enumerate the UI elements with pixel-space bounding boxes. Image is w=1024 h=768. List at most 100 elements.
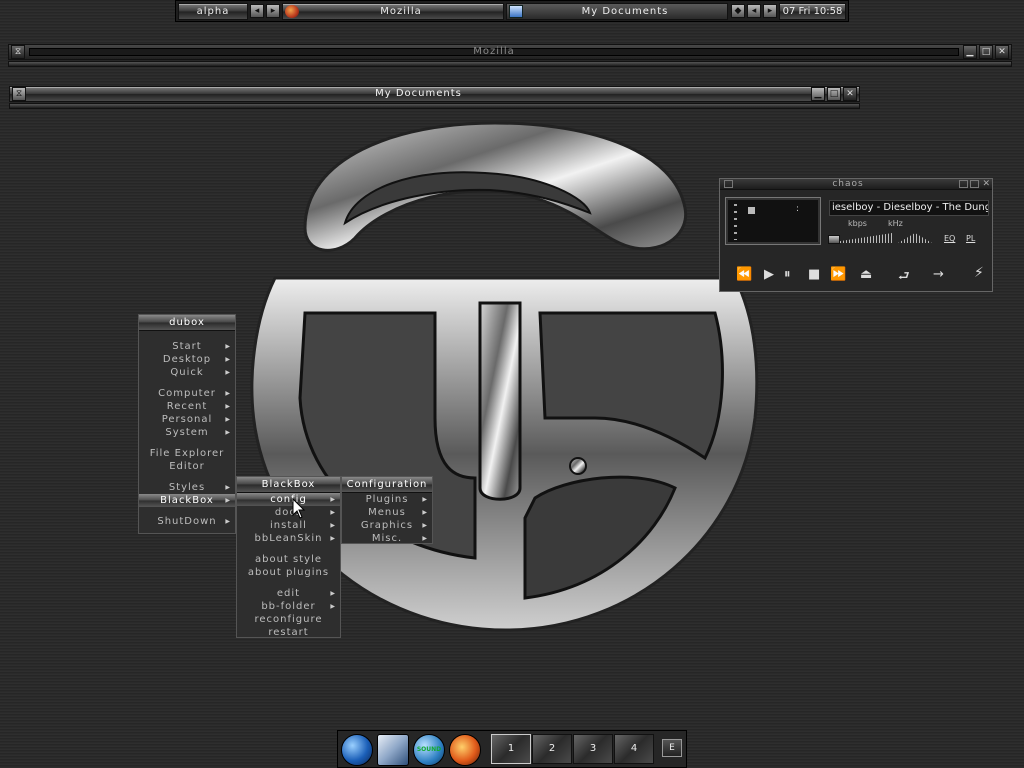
submenu-arrow-icon: ▶ [225, 429, 231, 436]
mozilla-icon [285, 5, 299, 18]
track-title[interactable]: ieselboy - Dieselboy - The Dung [829, 200, 989, 216]
minimize-icon[interactable]: ▁ [963, 45, 977, 59]
eq-button[interactable]: EQ [944, 234, 955, 243]
menu-item-config[interactable]: config ▶ [237, 493, 340, 506]
player-titlebar[interactable]: chaos ✕ [720, 179, 992, 190]
menu-item-misc[interactable]: Misc. ▶ [342, 532, 432, 545]
player-menu-icon[interactable] [724, 180, 733, 188]
task-my-documents-label: My Documents [581, 6, 669, 17]
task-my-documents[interactable]: My Documents [506, 3, 728, 20]
dock-end-button[interactable]: E [662, 739, 682, 757]
menu-item-bbleanskin[interactable]: bbLeanSkin ▶ [237, 532, 340, 545]
shuffle-icon[interactable]: → [933, 267, 944, 282]
mozilla-window-frame [8, 61, 1012, 67]
menu-item-personal[interactable]: Personal ▶ [139, 413, 235, 426]
volume-handle[interactable] [828, 235, 840, 244]
submenu-arrow-icon: ▶ [330, 535, 336, 542]
menu-item-about-plugins[interactable]: about plugins [237, 566, 340, 579]
lightning-logo-icon[interactable]: ⚡ [974, 265, 984, 281]
minimize-icon[interactable] [959, 180, 968, 188]
blackbox-submenu-title: BlackBox [237, 477, 340, 493]
menu-item-menus[interactable]: Menus ▶ [342, 506, 432, 519]
balance-slider[interactable] [898, 233, 932, 243]
repeat-icon[interactable]: ⮐ [898, 267, 910, 289]
task-menu-button[interactable]: ◆ [731, 4, 745, 18]
submenu-arrow-icon: ▶ [225, 343, 231, 350]
submenu-arrow-icon: ▶ [225, 356, 231, 363]
task-mozilla[interactable]: Mozilla [282, 3, 504, 20]
submenu-arrow-icon: ▶ [330, 509, 336, 516]
menu-item-about-style[interactable]: about style [237, 553, 340, 566]
submenu-arrow-icon: ▶ [330, 603, 336, 610]
menu-item-system[interactable]: System ▶ [139, 426, 235, 439]
minimize-icon[interactable]: ▁ [811, 87, 825, 101]
clock[interactable]: 07 Fri 10:58 [779, 3, 846, 20]
menu-item-editor[interactable]: Editor [139, 460, 235, 473]
shade-icon[interactable] [970, 180, 979, 188]
maximize-icon[interactable]: □ [827, 87, 841, 101]
close-icon[interactable]: ✕ [995, 45, 1009, 59]
submenu-arrow-icon: ▶ [422, 522, 428, 529]
prev-workspace-button[interactable]: ◂ [250, 4, 264, 18]
pause-icon[interactable]: ⏸ [784, 267, 791, 282]
workspace-1-button[interactable]: 1 [491, 734, 531, 764]
eject-icon[interactable]: ⏏ [860, 267, 872, 282]
close-icon[interactable]: ✕ [843, 87, 857, 101]
menu-item-graphics[interactable]: Graphics ▶ [342, 519, 432, 532]
previous-track-icon[interactable]: ⏪ [736, 267, 752, 282]
close-icon[interactable]: ✕ [982, 179, 990, 189]
menu-item-plugins[interactable]: Plugins ▶ [342, 493, 432, 506]
play-indicator-icon [748, 207, 755, 214]
menu-item-start[interactable]: Start ▶ [139, 340, 235, 353]
submenu-arrow-icon: ▶ [225, 416, 231, 423]
workspace-4-button[interactable]: 4 [614, 734, 654, 764]
khz-label: kHz [888, 219, 903, 228]
menu-item-docs[interactable]: docs ▶ [237, 506, 340, 519]
documents-titlebar[interactable]: ⧖ My Documents ▁ □ ✕ [9, 86, 860, 102]
prev-task-button[interactable]: ◂ [747, 4, 761, 18]
play-icon[interactable]: ▶ [764, 267, 774, 282]
player-visualizer[interactable]: : [725, 197, 821, 245]
workspace-3-button[interactable]: 3 [573, 734, 613, 764]
submenu-arrow-icon: ▶ [225, 497, 231, 504]
documents-window-frame [9, 103, 860, 109]
mozilla-window: ⧖ Mozilla ▁ □ ✕ [8, 44, 1012, 70]
mozilla-titlebar[interactable]: ⧖ Mozilla ▁ □ ✕ [8, 44, 1012, 60]
pl-button[interactable]: PL [966, 234, 975, 243]
menu-item-edit[interactable]: edit ▶ [237, 587, 340, 600]
submenu-arrow-icon: ▶ [225, 518, 231, 525]
mail-icon[interactable] [377, 734, 409, 766]
workspace-2-button[interactable]: 2 [532, 734, 572, 764]
maximize-icon[interactable]: □ [979, 45, 993, 59]
menu-item-styles[interactable]: Styles ▶ [139, 481, 235, 494]
mozilla-sysmenu-icon[interactable]: ⧖ [11, 45, 25, 59]
menu-item-restart[interactable]: restart [237, 626, 340, 639]
globe-icon[interactable] [341, 734, 373, 766]
kbps-label: kbps [848, 219, 867, 228]
next-task-button[interactable]: ▸ [763, 4, 777, 18]
next-track-icon[interactable]: ⏩ [830, 267, 846, 282]
taskbar: alpha ◂ ▸ Mozilla My Documents ◆ ◂ ▸ 07 … [175, 0, 849, 22]
submenu-arrow-icon: ▶ [422, 535, 428, 542]
submenu-arrow-icon: ▶ [225, 390, 231, 397]
documents-icon [509, 5, 523, 18]
menu-item-desktop[interactable]: Desktop ▶ [139, 353, 235, 366]
media-player-icon[interactable] [449, 734, 481, 766]
menu-item-quick[interactable]: Quick ▶ [139, 366, 235, 379]
next-workspace-button[interactable]: ▸ [266, 4, 280, 18]
menu-item-file-explorer[interactable]: File Explorer [139, 447, 235, 460]
menu-item-install[interactable]: install ▶ [237, 519, 340, 532]
submenu-arrow-icon: ▶ [330, 522, 336, 529]
workspace-label[interactable]: alpha [178, 3, 248, 20]
media-player-window: chaos ✕ : ieselboy - Dieselboy - The Dun… [719, 178, 993, 292]
menu-item-blackbox[interactable]: BlackBox ▶ [139, 494, 235, 507]
documents-sysmenu-icon[interactable]: ⧖ [12, 87, 26, 101]
menu-item-bb-folder[interactable]: bb-folder ▶ [237, 600, 340, 613]
menu-item-shutdown[interactable]: ShutDown ▶ [139, 515, 235, 528]
menu-item-reconfigure[interactable]: reconfigure [237, 613, 340, 626]
menu-item-computer[interactable]: Computer ▶ [139, 387, 235, 400]
sound-icon[interactable]: SOUND [413, 734, 445, 766]
menu-item-recent[interactable]: Recent ▶ [139, 400, 235, 413]
stop-icon[interactable]: ■ [808, 267, 820, 282]
blackbox-submenu: BlackBox config ▶ docs ▶ install ▶ bbLeanSk… [236, 476, 341, 638]
